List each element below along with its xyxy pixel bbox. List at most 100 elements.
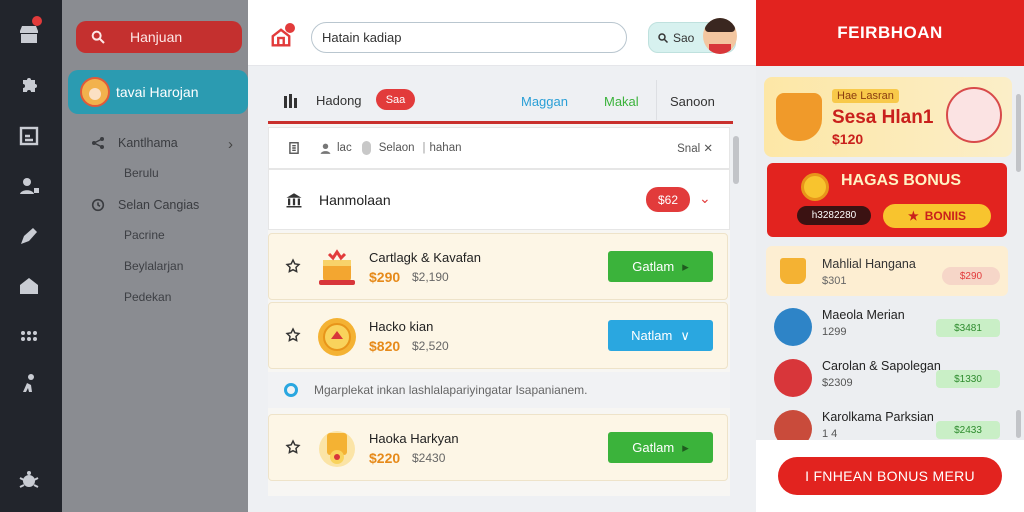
bonus-button[interactable]: ★ BONIIS (883, 204, 991, 228)
tab-label: Sanoon (670, 94, 715, 109)
tab-magga[interactable]: Maggan (521, 94, 568, 109)
item-old-price: $2430 (412, 451, 446, 465)
chevron-right-icon[interactable]: › (228, 136, 233, 153)
tag-icon[interactable] (15, 222, 43, 250)
bonus-label: BONIIS (924, 209, 967, 223)
player-chip[interactable]: $3481 (936, 319, 1000, 337)
promo-banner[interactable]: Hae Lasran Sesa Hlan1 $120 (764, 77, 1012, 157)
right-panel-header: FEIRBHOAN (756, 0, 1024, 66)
sidebar-search[interactable]: Hanjuan (76, 21, 242, 53)
tab-sanoon[interactable]: Sanoon (670, 94, 715, 109)
summary-price[interactable]: $62 (646, 187, 690, 212)
summary-title: Hanmolaan (319, 191, 391, 208)
settings-bug-icon[interactable] (15, 466, 43, 494)
scrollbar[interactable] (733, 136, 739, 184)
filter-c[interactable]: | hahan (423, 142, 462, 154)
play-icon: ▸ (682, 258, 689, 274)
player-row[interactable]: Carolan & Sapolegan $2309 $1330 (766, 353, 1008, 403)
report-icon[interactable] (15, 122, 43, 150)
list-item[interactable]: Cartlagk & Kavafan $290 $2,190 Gatlam ▸ (268, 233, 728, 300)
house-icon[interactable] (15, 272, 43, 300)
sidebar-item-beylalarjan[interactable]: Beylalarjan (124, 259, 183, 273)
scrollbar-secondary[interactable] (1016, 410, 1021, 438)
info-note: Mgarplekat inkan lashlalapariyingatar Is… (268, 372, 730, 408)
bonus-banner[interactable]: HAGAS BONUS h3282280 ★ BONIIS (767, 163, 1007, 237)
claim-button[interactable]: Natlam ∨ (608, 320, 713, 351)
sidebar-item-pacrine[interactable]: Pacrine (124, 228, 165, 242)
star-icon[interactable] (285, 258, 301, 274)
sidebar-item-kantlhama[interactable]: Kantlhama (90, 135, 178, 151)
item-old-price: $2,520 (412, 339, 449, 353)
mascot-icon (946, 87, 1002, 143)
search-input[interactable]: Hatain kadiap (311, 22, 627, 53)
sidebar-item-selan[interactable]: Selan Cangias (90, 197, 199, 213)
sidebar-search-label: Hanjuan (130, 29, 183, 45)
user-avatar[interactable] (703, 18, 737, 54)
sidebar: Hanjuan tavai Harojan Kantlhama › Berulu… (62, 0, 248, 512)
item-title: Cartlagk & Kavafan (369, 250, 482, 265)
claim-button[interactable]: Gatlam ▸ (608, 251, 713, 282)
mug-icon (780, 258, 806, 284)
tab-bar: Hadong Saa Maggan Makal Sanoon (268, 76, 736, 125)
player-name: Maeola Merian (822, 308, 905, 322)
list-item[interactable]: Haoka Harkyan $220 $2430 Gatlam ▸ (268, 414, 728, 481)
coin-icon (801, 173, 829, 201)
search-value: Hatain kadiap (322, 30, 402, 45)
player-chip[interactable]: $2433 (936, 421, 1000, 439)
trophy-icon (319, 431, 355, 467)
filter-b[interactable]: Selaon (361, 141, 415, 155)
featured-item[interactable]: Mahlial Hangana $301 $290 (766, 246, 1008, 296)
chevron-down-icon: ∨ (680, 327, 690, 343)
star-icon[interactable] (285, 439, 301, 455)
user-icon[interactable] (15, 172, 43, 200)
avatar (774, 359, 812, 397)
tab-divider (656, 80, 657, 120)
promo-amount: $120 (832, 131, 864, 147)
tab-lead[interactable]: Hadong (284, 93, 362, 108)
list-item[interactable]: Hacko kian $820 $2,520 Natlam ∨ (268, 302, 728, 369)
featured-chip[interactable]: $290 (942, 267, 1000, 285)
filter-chip-label: Sao (673, 30, 695, 45)
search-icon (91, 30, 105, 44)
filter-a[interactable]: lac (319, 142, 352, 155)
star-icon[interactable] (285, 327, 301, 343)
player-row[interactable]: Maeola Merian 1299 $3481 (766, 302, 1008, 352)
featured-sub: $301 (822, 275, 847, 287)
building-icon (289, 142, 299, 154)
notification-badge (32, 16, 42, 26)
promo-title: Sesa Hlan1 (832, 107, 934, 128)
bonus-code: h3282280 (797, 206, 871, 225)
sidebar-item-active[interactable]: tavai Harojan (68, 70, 248, 114)
puzzle-icon[interactable] (15, 72, 43, 100)
player-value: 1299 (822, 326, 847, 338)
claim-button[interactable]: Gatlam ▸ (608, 432, 713, 463)
player-chip[interactable]: $1330 (936, 370, 1000, 388)
bank-icon (286, 192, 302, 207)
grid-icon[interactable] (15, 322, 43, 350)
filter-close[interactable]: Snal ✕ (677, 141, 713, 155)
player-value: 1 4 (822, 428, 838, 440)
item-price: $820 (369, 338, 401, 354)
search-icon (658, 32, 669, 43)
person-run-icon[interactable] (15, 370, 43, 398)
pill-icon (361, 141, 371, 155)
featured-title: Mahlial Hangana (822, 257, 916, 271)
bonus-cta-button[interactable]: I FNHEAN BONUS MERU (778, 457, 1002, 495)
notification-badge (285, 23, 295, 33)
medal-icon (318, 318, 356, 356)
sidebar-item-berulu[interactable]: Berulu (124, 166, 159, 180)
item-title: Haoka Harkyan (369, 431, 459, 446)
item-old-price: $2,190 (412, 270, 449, 284)
play-icon: ▸ (682, 439, 689, 455)
sidebar-item-pedekan[interactable]: Pedekan (124, 290, 171, 304)
tab-makal[interactable]: Makal (604, 94, 639, 109)
tab-label: Makal (604, 94, 639, 109)
tab-pill[interactable]: Saa (376, 89, 415, 110)
bonus-title: HAGAS BONUS (841, 172, 962, 189)
sidebar-item-label: Kantlhama (118, 136, 178, 150)
sidebar-active-label: tavai Harojan (116, 84, 199, 100)
chevron-down-icon[interactable]: ⌄ (699, 190, 711, 207)
clock-icon (91, 198, 105, 212)
scrollbar[interactable] (1016, 94, 1021, 172)
info-note-text: Mgarplekat inkan lashlalapariyingatar Is… (314, 383, 588, 397)
